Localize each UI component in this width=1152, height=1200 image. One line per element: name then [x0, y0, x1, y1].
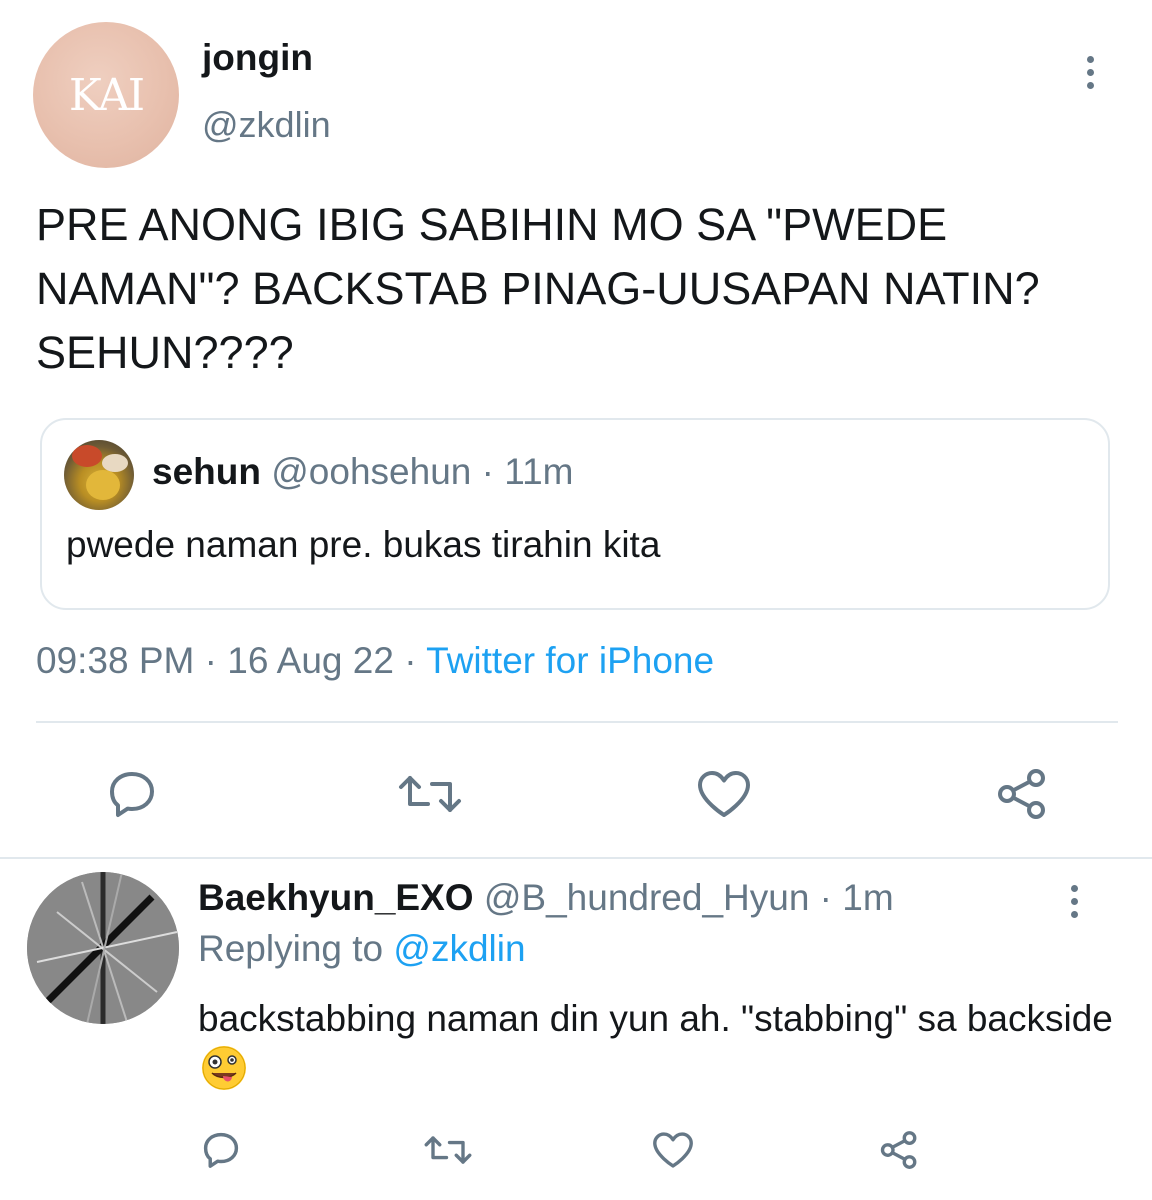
reply-share-button[interactable]	[874, 1125, 924, 1175]
quoted-tweet-text: pwede naman pre. bukas tirahin kita	[66, 524, 661, 565]
reply-author-handle[interactable]: @B_hundred_Hyun	[484, 877, 810, 918]
like-button[interactable]	[692, 762, 756, 826]
tweet-time: 09:38 PM	[36, 640, 195, 681]
divider	[0, 857, 1152, 859]
author-avatar[interactable]: KAI	[33, 22, 179, 168]
quoted-tweet-card[interactable]	[40, 418, 1110, 610]
share-button[interactable]	[990, 762, 1054, 826]
zany-face-emoji-icon	[202, 1046, 246, 1090]
reply-reply-button[interactable]	[196, 1125, 246, 1175]
like-icon	[698, 771, 750, 817]
more-vertical-icon	[1071, 885, 1078, 892]
more-options-button[interactable]	[1087, 56, 1094, 89]
tweet-timestamp: 09:38 PM · 16 Aug 22 · Twitter for iPhon…	[36, 640, 714, 682]
retweet-icon	[399, 776, 461, 812]
replying-to-mention[interactable]: @zkdlin	[393, 928, 525, 969]
source-separator: ·	[393, 640, 427, 681]
replying-to: Replying to @zkdlin	[198, 928, 526, 970]
reply-time: 1m	[842, 877, 894, 918]
tweet-source-link[interactable]: Twitter for iPhone	[426, 640, 714, 681]
avatar-image	[27, 872, 179, 1024]
reply-button[interactable]	[100, 762, 164, 826]
quoted-author-handle: @oohsehun	[271, 451, 472, 492]
reply-header: Baekhyun_EXO @B_hundred_Hyun · 1m	[198, 877, 894, 919]
reply-icon	[110, 772, 154, 817]
reply-separator: ·	[809, 877, 843, 918]
share-icon	[998, 769, 1045, 819]
reply-author-name[interactable]: Baekhyun_EXO	[198, 877, 474, 918]
reply-like-button[interactable]	[648, 1125, 698, 1175]
reply-icon	[203, 1132, 239, 1168]
divider	[36, 721, 1118, 723]
avatar-logo-text: KAI	[68, 69, 145, 121]
reply-retweet-button[interactable]	[420, 1125, 476, 1175]
quoted-author-name: sehun	[152, 451, 261, 492]
reply-text-content: backstabbing naman din yun ah. "stabbing…	[198, 998, 1113, 1039]
replying-to-label: Replying to	[198, 928, 394, 969]
timestamp-separator: ·	[194, 640, 228, 681]
more-vertical-icon	[1087, 56, 1094, 63]
quoted-separator: ·	[471, 451, 505, 492]
reply-more-options-button[interactable]	[1071, 885, 1078, 918]
share-icon	[880, 1131, 917, 1169]
quoted-author-avatar	[64, 440, 134, 510]
quoted-tweet-header: sehun @oohsehun · 11m	[152, 451, 573, 493]
author-handle[interactable]: @zkdlin	[202, 104, 331, 146]
author-name[interactable]: jongin	[202, 37, 313, 79]
retweet-button[interactable]	[395, 762, 465, 826]
retweet-icon	[424, 1136, 472, 1164]
tweet-text: PRE ANONG IBIG SABIHIN MO SA "PWEDE NAMA…	[36, 199, 1040, 378]
quoted-time: 11m	[504, 451, 574, 492]
tweet-date: 16 Aug 22	[227, 640, 394, 681]
like-icon	[653, 1132, 693, 1168]
reply-author-avatar[interactable]	[27, 872, 179, 1024]
reply-tweet-text: backstabbing naman din yun ah. "stabbing…	[198, 993, 1118, 1095]
